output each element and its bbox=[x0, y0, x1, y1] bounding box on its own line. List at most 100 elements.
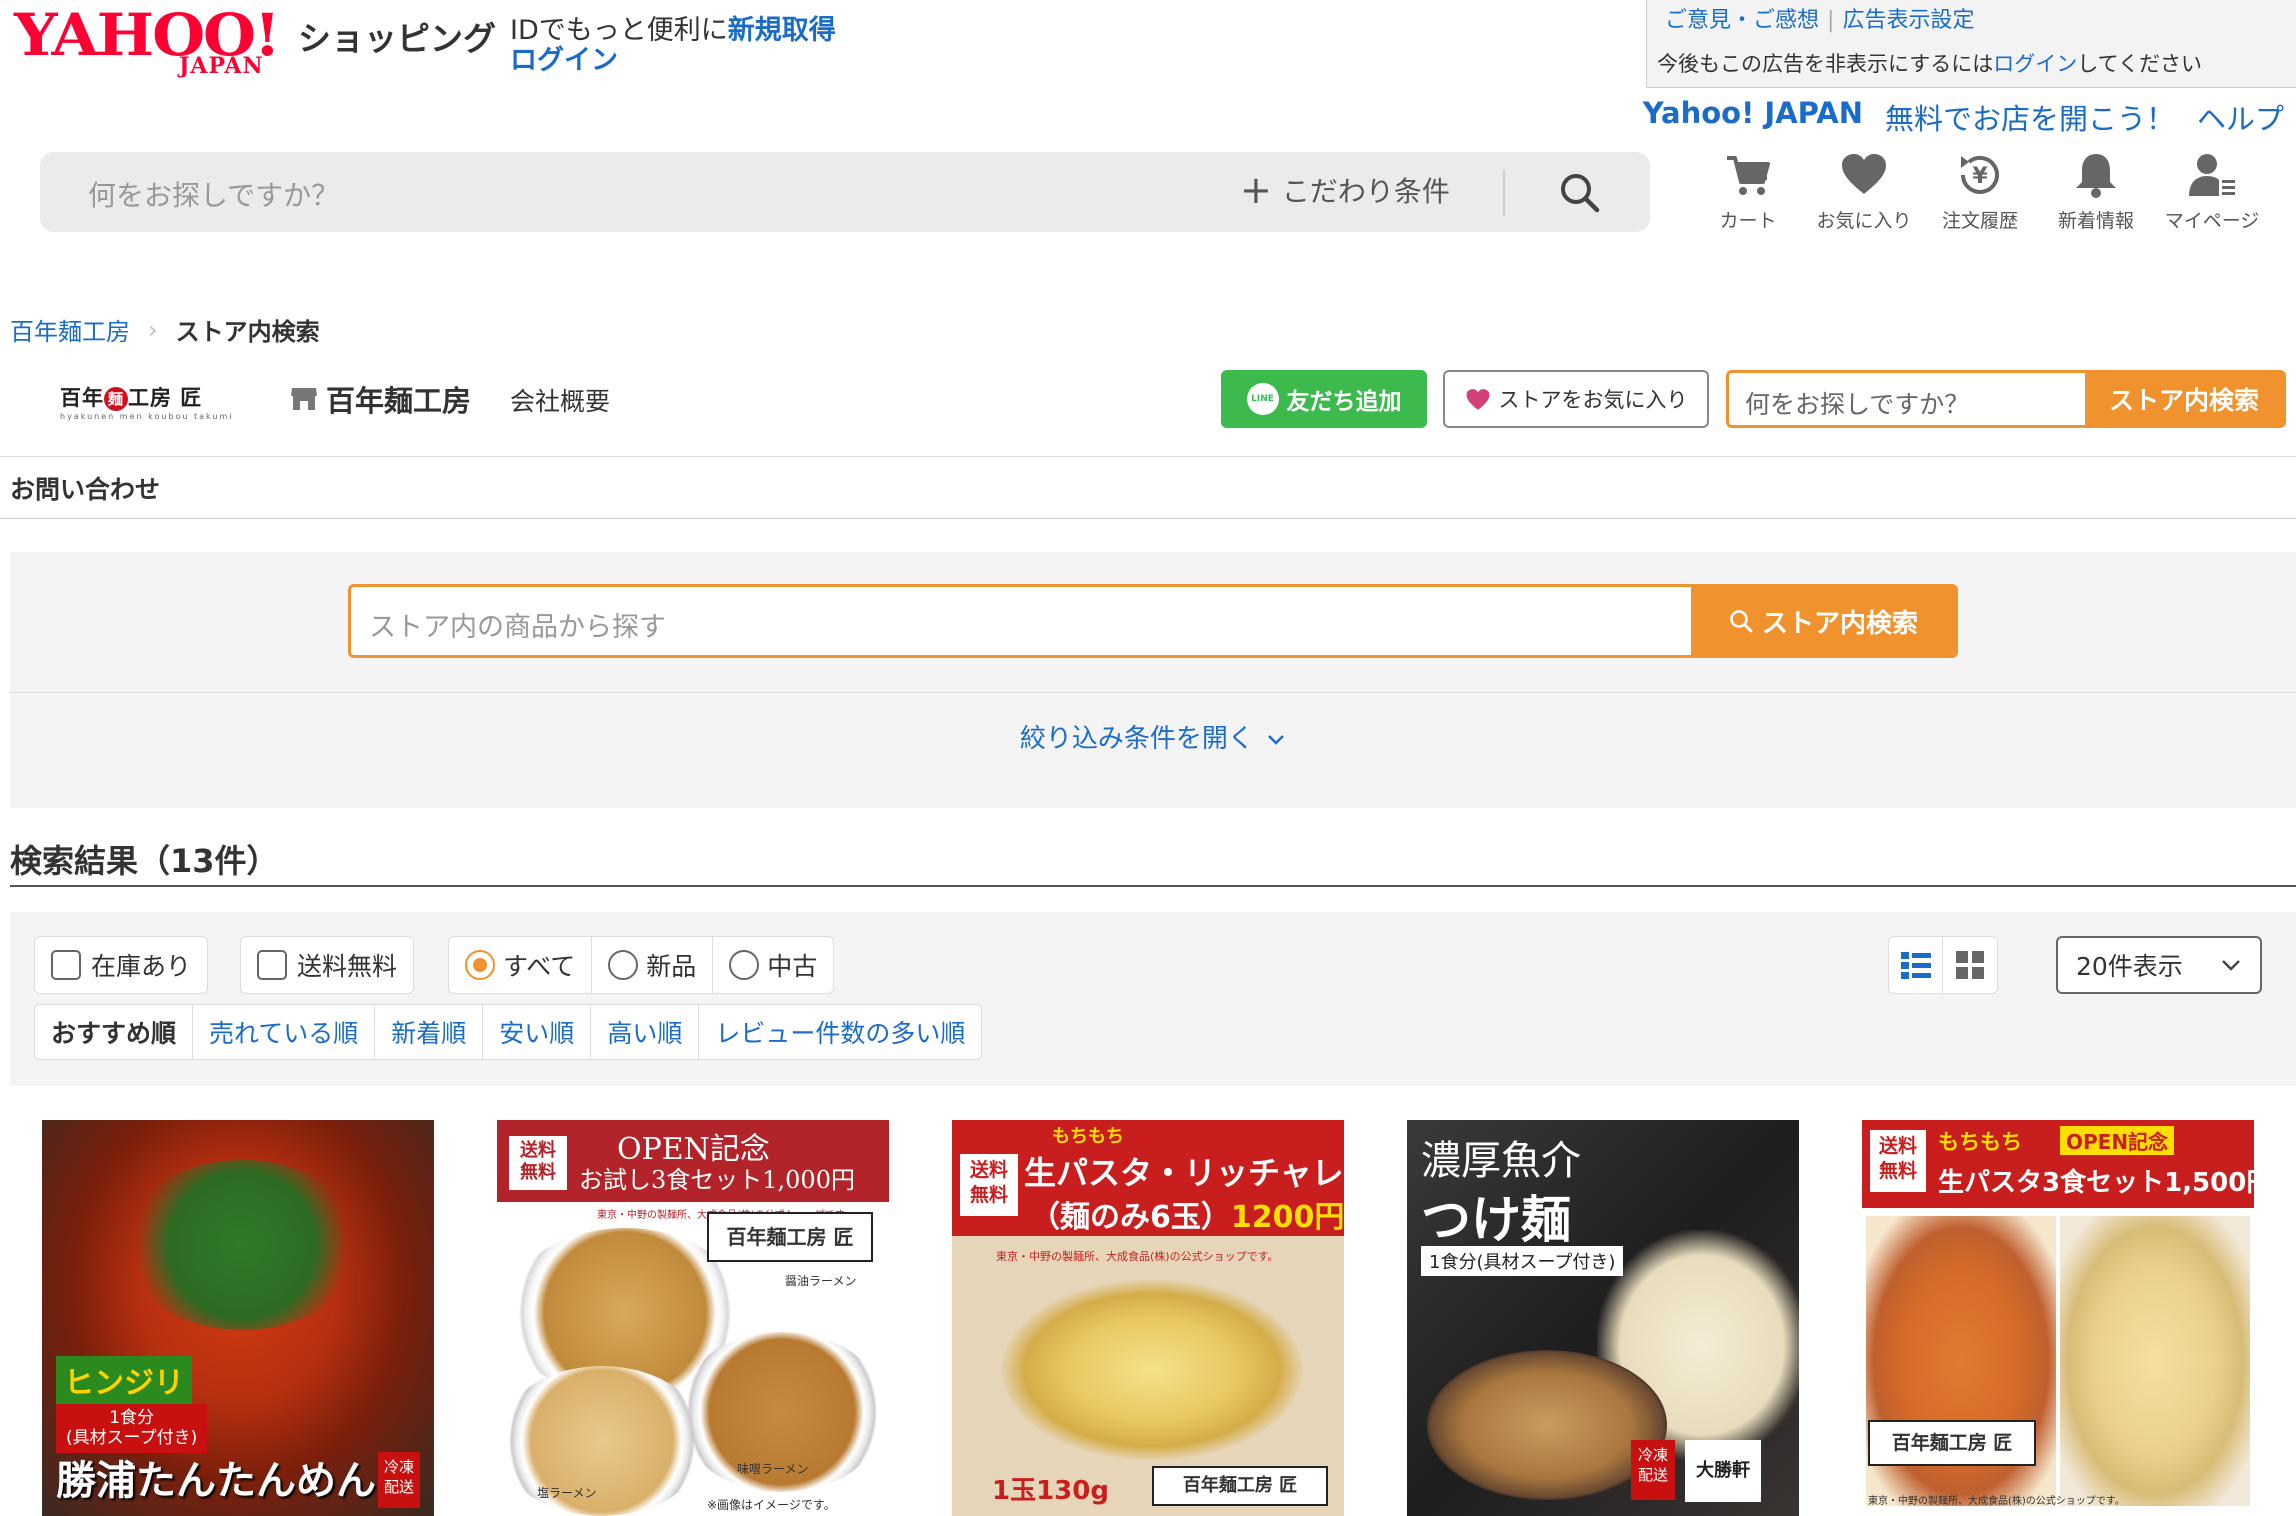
grid-view-icon bbox=[1956, 951, 1984, 979]
sort-best-selling[interactable]: 売れている順 bbox=[193, 1005, 376, 1059]
product-card[interactable]: 送料 無料 OPEN記念 お試し3食セット1,000円 東京・中野の製麺所、大成… bbox=[497, 1120, 889, 1516]
product-weight: 1玉130g bbox=[992, 1476, 1109, 1506]
product-line1: 生パスタ3食セット1,500円 bbox=[1938, 1168, 2254, 1198]
order-history-icon: ¥ bbox=[1961, 156, 1999, 194]
frozen-badge: 冷凍 配送 bbox=[1631, 1440, 1675, 1500]
product-card[interactable]: 送料 無料 もちもち OPEN記念 生パスタ3食セット1,500円 百年麺工房 … bbox=[1862, 1120, 2254, 1516]
sort-options: おすすめ順 売れている順 新着順 安い順 高い順 レビュー件数の多い順 bbox=[34, 1004, 983, 1060]
filters-button[interactable]: + こだわり条件 bbox=[1240, 170, 1450, 210]
company-info-link[interactable]: 会社概要 bbox=[510, 382, 610, 418]
favorite-store-label: ストアをお気に入り bbox=[1498, 388, 1688, 412]
breadcrumb-current: ストア内検索 bbox=[175, 318, 320, 346]
store-name-text: 百年麺工房 bbox=[326, 384, 472, 418]
radio-unselected bbox=[608, 950, 639, 980]
list-view-button[interactable] bbox=[1889, 937, 1944, 993]
free-shipping-checkbox[interactable]: 送料無料 bbox=[240, 936, 415, 994]
store-search-box: ストア内の商品から探す ストア内検索 bbox=[348, 584, 1958, 658]
brand-logo: 百年麺工房 匠 bbox=[1868, 1420, 2036, 1466]
store-search-input[interactable]: ストア内の商品から探す bbox=[369, 605, 666, 644]
divider bbox=[0, 456, 2296, 457]
login-link[interactable]: ログイン bbox=[510, 38, 618, 77]
store-logo-men: 麺 bbox=[104, 387, 128, 411]
heart-icon bbox=[1842, 154, 1886, 194]
filters-label: こだわり条件 bbox=[1281, 175, 1450, 208]
product-card[interactable]: ヒンジリ 1食分 (具材スープ付き) 勝浦たんたんめん 冷凍 配送 bbox=[42, 1120, 434, 1516]
sort-recommended[interactable]: おすすめ順 bbox=[35, 1005, 194, 1059]
product-subtag: 1食分 (具材スープ付き) bbox=[56, 1404, 208, 1453]
chevron-down-icon bbox=[2222, 960, 2240, 971]
search-icon[interactable] bbox=[1557, 170, 1603, 216]
nav-mypage[interactable]: マイページ bbox=[2154, 150, 2270, 233]
yahoo-logo[interactable]: YAHOO! JAPAN bbox=[14, 6, 294, 79]
condition-new-label: 新品 bbox=[646, 952, 697, 981]
search-divider bbox=[1503, 170, 1505, 216]
store-search-button-label: ストア内検索 bbox=[1761, 608, 1918, 639]
sort-price-low[interactable]: 安い順 bbox=[483, 1005, 592, 1059]
open-store-link[interactable]: 無料でお店を開こう！ bbox=[1885, 96, 2175, 138]
sort-most-reviews[interactable]: レビュー件数の多い順 bbox=[699, 1005, 981, 1059]
chevron-right-icon: › bbox=[148, 315, 158, 344]
nav-cart[interactable]: カート bbox=[1690, 150, 1806, 233]
list-view-icon bbox=[1900, 952, 1931, 979]
product-card[interactable]: 濃厚魚介 つけ麺 1食分(具材スープ付き) 冷凍 配送 大勝軒 bbox=[1407, 1120, 1799, 1516]
line-add-friend-button[interactable]: LINE 友だち追加 bbox=[1221, 370, 1427, 428]
feedback-link[interactable]: ご意見・ご感想 bbox=[1665, 8, 1819, 33]
condition-used-radio[interactable]: 中古 bbox=[713, 937, 833, 993]
product-line2: （麺のみ6玉）1200円 bbox=[1030, 1192, 1344, 1236]
free-shipping-label: 送料無料 bbox=[297, 952, 398, 981]
user-icon bbox=[2189, 154, 2235, 196]
product-image bbox=[497, 1366, 707, 1516]
ad-hide-login-link[interactable]: ログイン bbox=[1993, 52, 2077, 76]
store-icon bbox=[291, 388, 317, 410]
sort-price-high[interactable]: 高い順 bbox=[591, 1005, 700, 1059]
search-icon bbox=[1730, 610, 1753, 633]
radio-unselected bbox=[729, 950, 760, 980]
condition-new-radio[interactable]: 新品 bbox=[592, 937, 714, 993]
product-card[interactable]: もちもち 送料 無料 生パスタ・リッチャレッレ （麺のみ6玉）1200円 東京・… bbox=[952, 1120, 1344, 1516]
product-tagline: もちもち bbox=[1052, 1126, 1124, 1147]
store-logo-text: 百年麺工房 匠 bbox=[60, 382, 201, 412]
store-name[interactable]: 百年麺工房 bbox=[290, 378, 471, 420]
product-line2: お試し3食セット1,000円 bbox=[579, 1166, 855, 1194]
product-line1: 濃厚魚介 bbox=[1421, 1138, 1581, 1184]
breadcrumb: 百年麺工房 › ストア内検索 bbox=[10, 312, 320, 347]
store-logo-text-a: 百年 bbox=[60, 386, 104, 410]
product-image bbox=[2060, 1216, 2250, 1506]
frozen-badge: 冷凍 配送 bbox=[378, 1452, 420, 1508]
view-toggle bbox=[1888, 936, 1998, 994]
store-logo[interactable]: 百年麺工房 匠 hyakunen men koubou takumi bbox=[60, 382, 232, 421]
store-search-button[interactable]: ストア内検索 bbox=[1691, 587, 1955, 655]
open-filters-label: 絞り込み条件を開く bbox=[1019, 724, 1254, 754]
per-page-select[interactable]: 20件表示 bbox=[2056, 936, 2262, 994]
contact-link[interactable]: お問い合わせ bbox=[10, 470, 160, 506]
store-header-search-input[interactable]: 何をお探しですか？ bbox=[1745, 385, 1969, 421]
grid-view-button[interactable] bbox=[1943, 937, 1997, 993]
nav-notifications[interactable]: 新着情報 bbox=[2038, 150, 2154, 233]
ad-separator: | bbox=[1827, 8, 1835, 33]
global-search-input[interactable]: 何をお探しですか？ bbox=[88, 174, 339, 214]
yahoo-japan-link[interactable]: Yahoo! JAPAN bbox=[1643, 96, 1863, 138]
ad-links: ご意見・ご感想 | 広告表示設定 bbox=[1665, 2, 1974, 34]
chevron-down-icon bbox=[1268, 734, 1284, 745]
breadcrumb-store-link[interactable]: 百年麺工房 bbox=[10, 312, 130, 347]
ad-hide-prefix: 今後もこの広告を非表示にするには bbox=[1657, 52, 1994, 76]
in-stock-checkbox[interactable]: 在庫あり bbox=[34, 936, 209, 994]
ad-hide-note: 今後もこの広告を非表示にするにはログインしてください bbox=[1657, 48, 2202, 78]
sort-newest[interactable]: 新着順 bbox=[375, 1005, 484, 1059]
product-line2: つけ麺 bbox=[1421, 1190, 1571, 1249]
product-grid: ヒンジリ 1食分 (具材スープ付き) 勝浦たんたんめん 冷凍 配送 送料 無料 … bbox=[42, 1120, 2254, 1516]
ad-settings-link[interactable]: 広告表示設定 bbox=[1842, 8, 1974, 33]
signup-link[interactable]: 新規取得 bbox=[728, 15, 836, 46]
condition-all-radio[interactable]: すべて bbox=[449, 937, 593, 993]
nav-order-history[interactable]: ¥ 注文履歴 bbox=[1922, 150, 2038, 233]
help-link[interactable]: ヘルプ bbox=[2197, 96, 2284, 138]
store-header-search-button[interactable]: ストア内検索 bbox=[2085, 373, 2283, 425]
divider bbox=[10, 885, 2296, 887]
product-label: 味噌ラーメン bbox=[737, 1462, 809, 1476]
shopping-service-name[interactable]: ショッピング bbox=[298, 12, 496, 60]
line-add-friend-label: 友だち追加 bbox=[1286, 389, 1402, 415]
open-filters-link[interactable]: 絞り込み条件を開く bbox=[10, 718, 2296, 755]
nav-favorites[interactable]: お気に入り bbox=[1806, 150, 1922, 233]
ad-box: ご意見・ご感想 | 広告表示設定 今後もこの広告を非表示にするにはログインしてくださ… bbox=[1646, 0, 2296, 88]
favorite-store-button[interactable]: ストアをお気に入り bbox=[1443, 370, 1709, 428]
